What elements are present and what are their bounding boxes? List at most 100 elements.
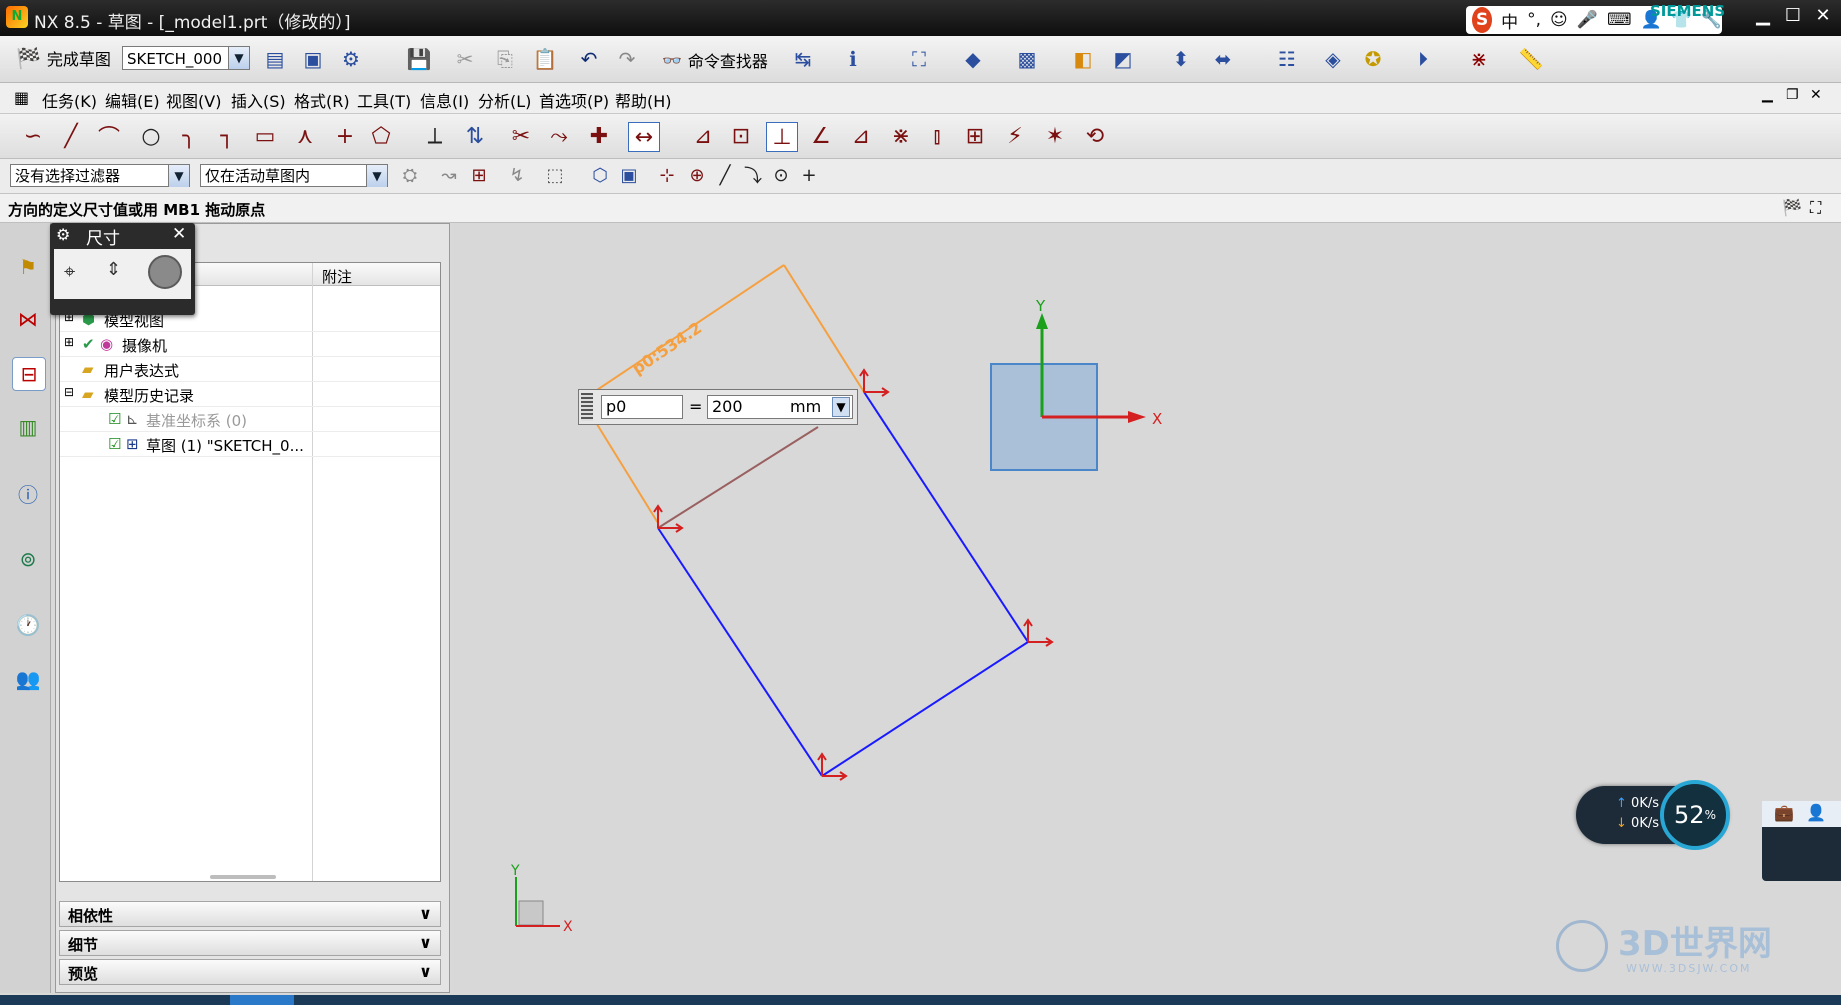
select-rect-icon[interactable]: ⬚	[540, 161, 570, 189]
dimension-value-field[interactable]: 200 mm ▼	[707, 395, 853, 419]
menu-format[interactable]: 格式(R)	[294, 88, 350, 112]
end-point-icon[interactable]: ⊕	[682, 161, 712, 189]
menu-insert[interactable]: 插入(S)	[231, 88, 286, 112]
curve-rule-icon[interactable]: ↝	[434, 161, 464, 189]
copy-icon[interactable]: ⎘	[490, 44, 520, 74]
quick-extend-icon[interactable]: ⤳	[544, 122, 574, 150]
hd3d-icon[interactable]: ⓘ	[12, 477, 44, 509]
checkbox-icon[interactable]: ☑	[108, 410, 121, 428]
menu-edit[interactable]: 编辑(E)	[105, 88, 160, 112]
network-speed-widget[interactable]: ↑ 0K/s ↓ 0K/s 52%	[1576, 780, 1730, 850]
save-icon[interactable]: 💾	[404, 44, 434, 74]
section-preview[interactable]: 预览 ∨	[59, 959, 441, 985]
render-style-icon[interactable]: ◆	[958, 44, 988, 74]
chevron-down-icon[interactable]: ▼	[228, 47, 249, 69]
rapid-dimension-icon[interactable]: ↔	[628, 122, 660, 152]
fillet-icon[interactable]: ╮	[174, 122, 204, 150]
fullscreen-icon[interactable]: ⛶	[1810, 198, 1821, 218]
section-details[interactable]: 细节 ∨	[59, 930, 441, 956]
linear-dim-icon[interactable]: ⊿	[688, 122, 718, 150]
sketch-settings-icon[interactable]: ⚙	[336, 44, 366, 74]
constraints-icon[interactable]: ⊥	[766, 122, 798, 152]
play-icon[interactable]: ⏵	[1408, 44, 1438, 74]
keyboard-icon[interactable]: ⌨	[1607, 10, 1632, 30]
redo-icon[interactable]: ↷	[612, 44, 642, 74]
type-filter-select[interactable]: 没有选择过滤器 ▼	[10, 164, 190, 187]
make-corner-icon[interactable]: ✚	[584, 122, 614, 150]
expand-icon[interactable]: ⊞	[64, 335, 74, 349]
graphics-window[interactable]: X Y p0:534.2 X Y	[452, 223, 1841, 993]
checkbox-icon[interactable]: ☑	[108, 435, 121, 453]
tree-row-datum-csys[interactable]: ☑ ⊾ 基准坐标系 (0)	[60, 407, 440, 432]
close-icon[interactable]: ✕	[172, 224, 186, 244]
close-button[interactable]: ✕	[1809, 4, 1837, 30]
sketch-task-icon[interactable]: ▤	[260, 44, 290, 74]
dimension-dialog-header[interactable]: ⚙ 尺寸 ✕	[50, 223, 195, 249]
wcs-icon[interactable]: ⬍	[1166, 44, 1196, 74]
part-navigator-icon[interactable]: ☷	[1272, 44, 1302, 74]
filter-reset-icon[interactable]: ⛭	[395, 161, 425, 189]
edit-section-icon[interactable]: ⬌	[1208, 44, 1238, 74]
tree-row-expressions[interactable]: ▰ 用户表达式	[60, 357, 440, 382]
reattach-icon[interactable]: ▣	[298, 44, 328, 74]
menu-help[interactable]: 帮助(H)	[615, 88, 672, 112]
center-point-icon[interactable]: ⊙	[766, 161, 796, 189]
gear-icon[interactable]: ⚙	[56, 225, 70, 244]
sogou-icon[interactable]: S	[1472, 7, 1493, 33]
sketch-line[interactable]	[821, 641, 1029, 777]
part-navigator-icon[interactable]: ⊟	[12, 357, 46, 391]
collapse-icon[interactable]: ⊟	[64, 385, 74, 399]
select-face-icon[interactable]: ⬡	[585, 161, 615, 189]
chevron-down-icon[interactable]: ∨	[419, 933, 432, 952]
section-dependencies[interactable]: 相依性 ∨	[59, 901, 441, 927]
paste-icon[interactable]: 📋	[530, 44, 560, 74]
menu-task[interactable]: 任务(K)	[42, 88, 97, 112]
menu-info[interactable]: 信息(I)	[420, 88, 469, 112]
polyline-icon[interactable]: ⋏	[290, 122, 320, 150]
minimize-button[interactable]: ▁	[1749, 4, 1777, 30]
auto-constrain-icon[interactable]: ⊞	[960, 122, 990, 150]
finish-sketch-button[interactable]: 🏁 完成草图	[16, 46, 111, 70]
scope-select[interactable]: 仅在活动草图内 ▼	[200, 164, 388, 187]
snap-icon[interactable]: ◈	[1318, 44, 1348, 74]
reuse-library-icon[interactable]: ▥	[12, 411, 44, 443]
user-icon[interactable]: 👤	[1806, 803, 1826, 822]
dimension-tool-icon[interactable]: ↹	[788, 44, 818, 74]
measure-icon[interactable]: 📏	[1516, 44, 1546, 74]
tray-widget[interactable]: 💼 👤	[1762, 801, 1841, 881]
dimension-wheel-icon[interactable]	[148, 255, 182, 289]
profile-icon[interactable]: ∽	[18, 122, 48, 150]
doc-close-button[interactable]: ✕	[1810, 87, 1822, 103]
taskbar-active-item[interactable]	[230, 995, 294, 1005]
ime-language[interactable]: 中	[1501, 8, 1518, 33]
tree-row-sketch[interactable]: ☑ ⊞ 草图 (1) "SKETCH_0...	[60, 432, 440, 457]
web-browser-icon[interactable]: ⊚	[12, 543, 44, 575]
analysis-icon[interactable]: ✪	[1358, 44, 1388, 74]
rectangle-icon[interactable]: ▭	[250, 122, 280, 150]
tree-row-history[interactable]: ⊟ ▰ 模型历史记录	[60, 382, 440, 407]
alternate-solution-icon[interactable]: ⟲	[1080, 122, 1110, 150]
select-body-icon[interactable]: ▣	[614, 161, 644, 189]
briefcase-icon[interactable]: 💼	[1774, 803, 1794, 822]
sketch-name-select[interactable]: SKETCH_000 ▼	[122, 46, 250, 70]
chevron-down-icon[interactable]: ▼	[832, 397, 850, 417]
show-constraints-icon[interactable]: ⫾	[922, 122, 952, 150]
origin-tool-icon[interactable]: ⌖	[64, 259, 75, 283]
geometric-constraint-icon[interactable]: ⋇	[886, 122, 916, 150]
flag-icon[interactable]: 🏁	[1782, 198, 1802, 217]
mic-icon[interactable]: 🎤	[1577, 10, 1598, 30]
chevron-down-icon[interactable]: ▼	[168, 165, 189, 187]
splitter-handle[interactable]	[210, 875, 276, 879]
tangent-point-icon[interactable]: ⤵	[738, 161, 768, 189]
radial-dim-icon[interactable]: ⊡	[726, 122, 756, 150]
maximize-button[interactable]: ☐	[1779, 4, 1807, 30]
roles-icon[interactable]: 👥	[12, 663, 44, 695]
stop-at-intersection-icon[interactable]: ↯	[502, 161, 532, 189]
info-icon[interactable]: ℹ	[838, 44, 868, 74]
menu-tools[interactable]: 工具(T)	[357, 88, 411, 112]
dimension-name-field[interactable]: p0	[601, 395, 683, 419]
feature-curves-icon[interactable]: ⊞	[464, 161, 494, 189]
mid-point-icon[interactable]: ╱	[710, 161, 740, 189]
offset-curve-icon[interactable]: ⟂	[420, 122, 450, 150]
circle-icon[interactable]: ○	[136, 122, 166, 150]
